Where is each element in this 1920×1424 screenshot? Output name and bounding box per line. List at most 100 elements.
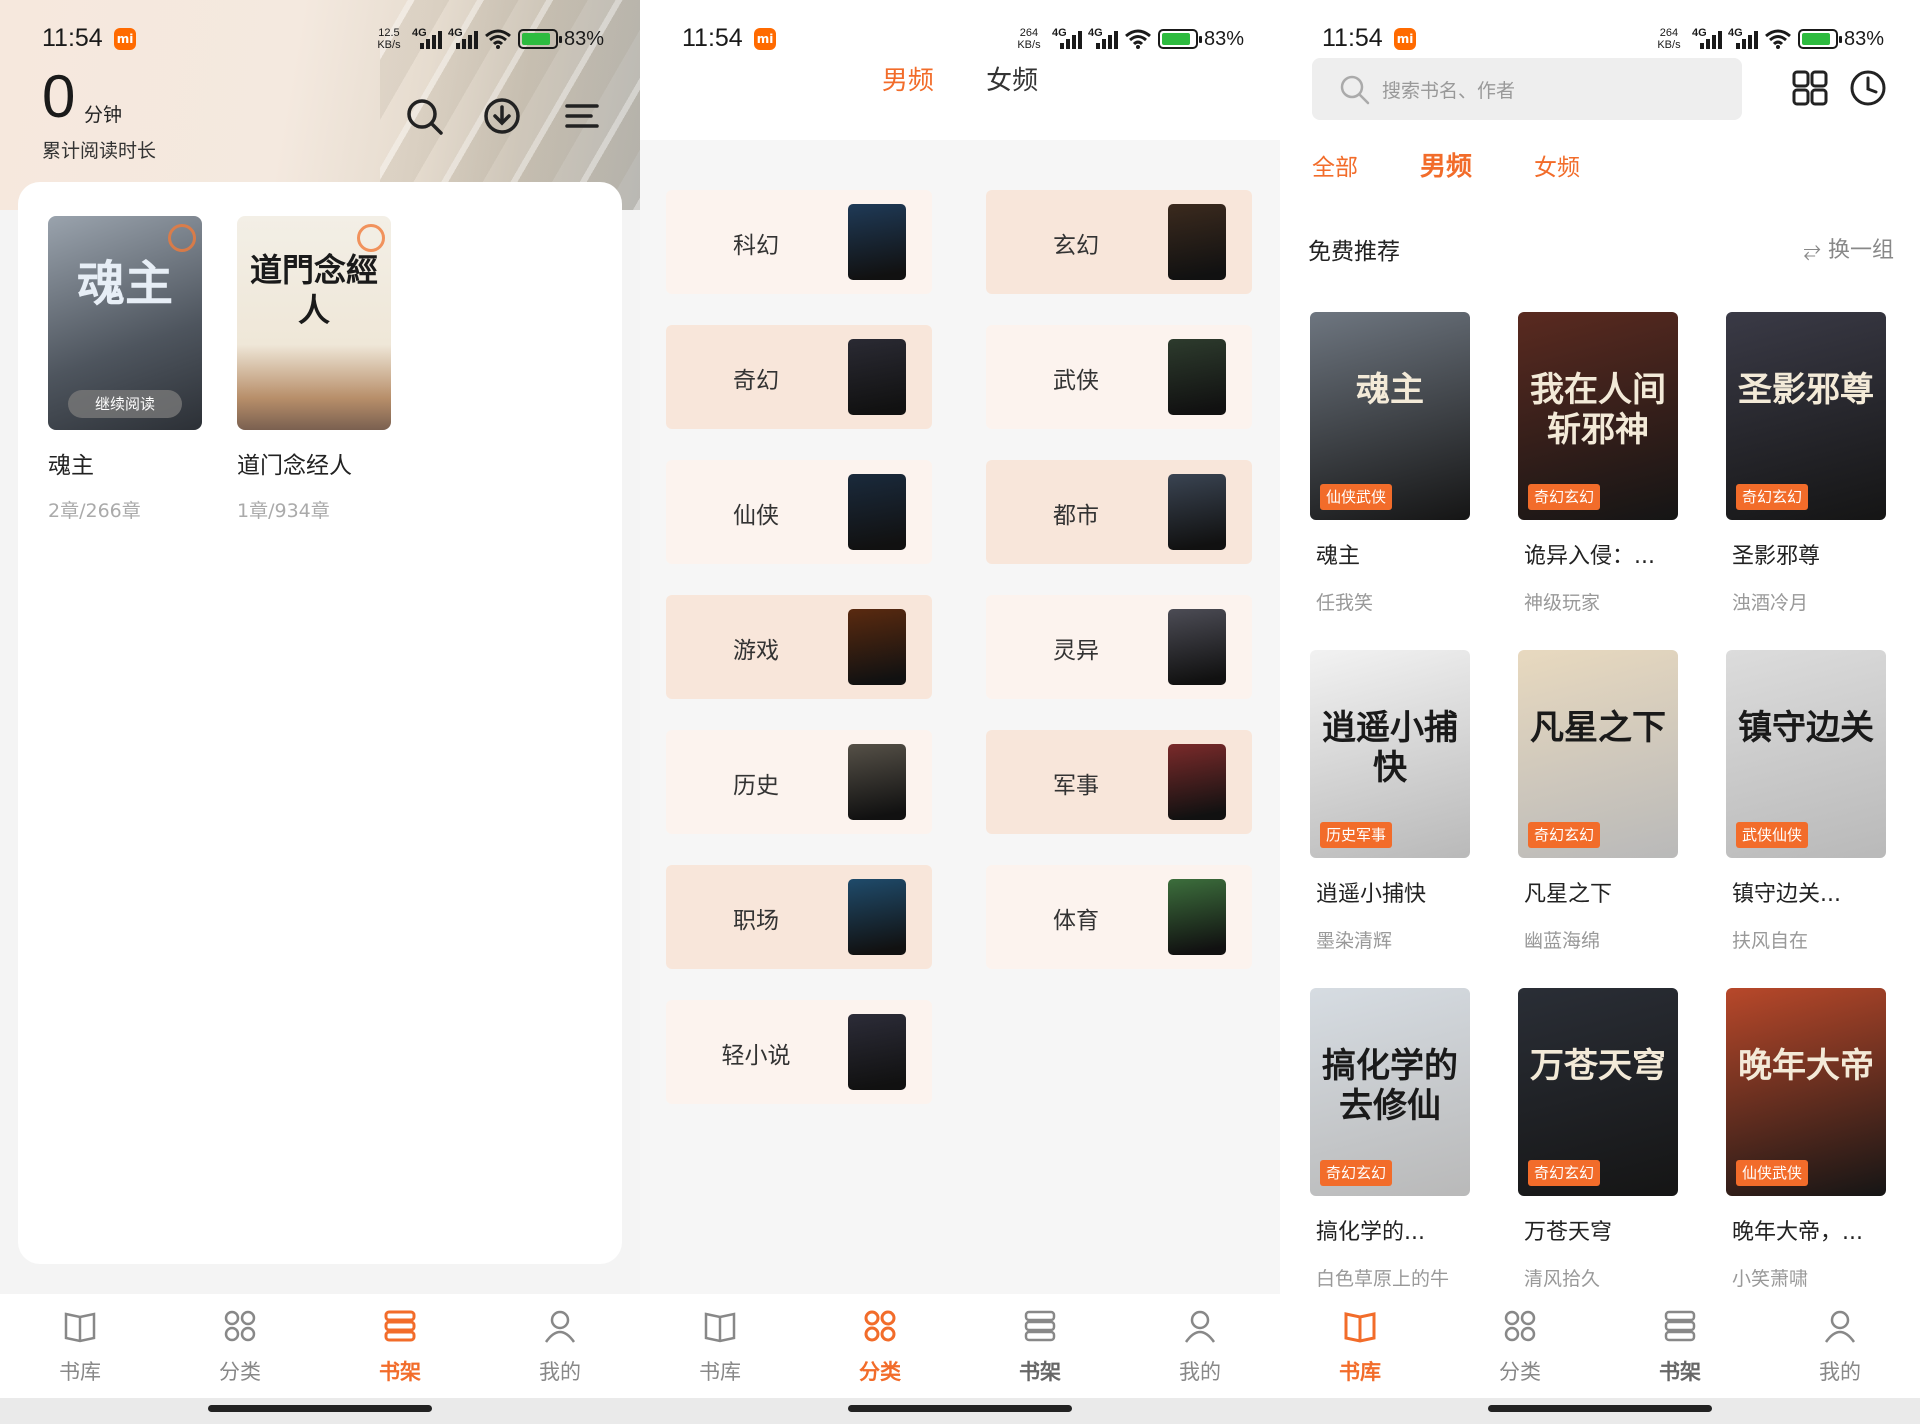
search-icon[interactable]: [404, 96, 444, 136]
tab-mine[interactable]: 我的: [480, 1294, 640, 1398]
shelf-book[interactable]: 魂主 继续阅读 魂主 2章/266章: [48, 216, 202, 523]
book-author: 任我笑: [1316, 592, 1374, 614]
tab-bookshelf[interactable]: 书架: [1600, 1294, 1760, 1398]
book-card[interactable]: 逍遥小捕快 历史军事 逍遥小捕快 墨染清辉: [1310, 650, 1470, 953]
tab-all[interactable]: 全部: [1312, 148, 1358, 183]
genre-tag: 仙侠武侠: [1736, 1160, 1809, 1186]
book-author: 幽蓝海绵: [1524, 930, 1601, 952]
book-card[interactable]: 晚年大帝 仙侠武侠 晚年大帝，... 小笑萧啸: [1726, 988, 1886, 1291]
category-cover: [848, 204, 906, 280]
book-cover[interactable]: 道門念經人: [237, 216, 391, 430]
grid-icon: [864, 1310, 896, 1342]
category-item[interactable]: 玄幻: [986, 190, 1252, 294]
category-item[interactable]: 都市: [986, 460, 1252, 564]
wifi-icon: [1765, 29, 1791, 49]
library-screen: 11:54 mi 264 KB/s 4G 4G 83% 搜索书名、作者 全部 男频…: [1280, 0, 1920, 1424]
book-card[interactable]: 搞化学的去修仙 奇幻玄幻 搞化学的... 白色草原上的牛: [1310, 988, 1470, 1291]
bottom-tab-bar: 书库 分类 书架 我的: [640, 1294, 1280, 1398]
tab-bookshelf[interactable]: 书架: [960, 1294, 1120, 1398]
category-item[interactable]: 武侠: [986, 325, 1252, 429]
book-author: 神级玩家: [1524, 592, 1601, 614]
category-item[interactable]: 奇幻: [666, 325, 932, 429]
book-cover[interactable]: 圣影邪尊 奇幻玄幻: [1726, 312, 1886, 520]
tab-library[interactable]: 书库: [0, 1294, 160, 1398]
menu-icon[interactable]: [562, 96, 602, 136]
category-item[interactable]: 体育: [986, 865, 1252, 969]
book-title: 魂主: [48, 453, 94, 479]
signal-icon: 4G: [412, 27, 442, 51]
genre-tag: 武侠仙侠: [1736, 822, 1809, 848]
wifi-icon: [1125, 29, 1151, 49]
continue-reading-badge[interactable]: 继续阅读: [68, 390, 182, 418]
tab-female[interactable]: 女频: [1534, 148, 1580, 183]
book-cover[interactable]: 晚年大帝 仙侠武侠: [1726, 988, 1886, 1196]
category-item[interactable]: 历史: [666, 730, 932, 834]
tab-mine[interactable]: 我的: [1120, 1294, 1280, 1398]
book-open-icon: [704, 1312, 736, 1343]
tab-male[interactable]: 男频: [1420, 146, 1472, 183]
genre-tag: 奇幻玄幻: [1528, 484, 1601, 510]
download-icon[interactable]: [482, 96, 522, 136]
book-card[interactable]: 魂主 仙侠武侠 魂主 任我笑: [1310, 312, 1470, 615]
tab-library[interactable]: 书库: [640, 1294, 800, 1398]
tab-mine[interactable]: 我的: [1760, 1294, 1920, 1398]
category-cover: [1168, 339, 1226, 415]
book-cover[interactable]: 凡星之下 奇幻玄幻: [1518, 650, 1678, 858]
book-cover[interactable]: 逍遥小捕快 历史军事: [1310, 650, 1470, 858]
category-cover: [848, 339, 906, 415]
tab-bookshelf[interactable]: 书架: [320, 1294, 480, 1398]
cover-title-art: 晚年大帝: [1738, 1046, 1874, 1086]
book-author: 白色草原上的牛: [1316, 1268, 1450, 1290]
search-bar[interactable]: 搜索书名、作者: [1312, 58, 1742, 120]
genre-tag: 奇幻玄幻: [1528, 1160, 1601, 1186]
tab-category[interactable]: 分类: [160, 1294, 320, 1398]
bottom-tab-bar: 书库 分类 书架 我的: [1280, 1294, 1920, 1398]
book-cover[interactable]: 魂主 继续阅读: [48, 216, 202, 430]
grid-view-icon[interactable]: [1790, 68, 1830, 108]
category-item[interactable]: 轻小说: [666, 1000, 932, 1104]
category-item[interactable]: 军事: [986, 730, 1252, 834]
book-cover[interactable]: 搞化学的去修仙 奇幻玄幻: [1310, 988, 1470, 1196]
tab-category[interactable]: 分类: [1440, 1294, 1600, 1398]
gender-tabs: 男频 女频: [640, 60, 1280, 97]
book-cover[interactable]: 魂主 仙侠武侠: [1310, 312, 1470, 520]
shelf-book[interactable]: 道門念經人 道门念经人 1章/934章: [237, 216, 391, 523]
book-title: 晚年大帝，...: [1732, 1220, 1863, 1245]
user-icon: [1184, 1310, 1216, 1343]
tab-library[interactable]: 书库: [1280, 1294, 1440, 1398]
grid-icon: [1504, 1310, 1536, 1342]
signal-icon: 4G: [1088, 27, 1118, 51]
category-item[interactable]: 灵异: [986, 595, 1252, 699]
category-label: 军事: [1053, 773, 1099, 799]
book-card[interactable]: 镇守边关 武侠仙侠 镇守边关... 扶风自在: [1726, 650, 1886, 953]
status-time: 11:54: [682, 24, 743, 52]
tab-category[interactable]: 分类: [800, 1294, 960, 1398]
category-cover: [848, 879, 906, 955]
tab-male[interactable]: 男频: [882, 60, 934, 97]
book-cover[interactable]: 镇守边关 武侠仙侠: [1726, 650, 1886, 858]
category-item[interactable]: 仙侠: [666, 460, 932, 564]
category-item[interactable]: 职场: [666, 865, 932, 969]
refresh-button[interactable]: ⥂ 换一组: [1803, 232, 1894, 264]
category-cover: [1168, 204, 1226, 280]
history-icon[interactable]: [1848, 68, 1888, 108]
cover-title-art: 万苍天穹: [1530, 1046, 1666, 1086]
book-cover[interactable]: 我在人间斩邪神 奇幻玄幻: [1518, 312, 1678, 520]
tab-female[interactable]: 女频: [986, 60, 1038, 97]
status-bar: 11:54 mi 12.5 KB/s 4G 4G 83%: [0, 0, 640, 80]
book-progress: 1章/934章: [237, 500, 330, 522]
genre-tag: 仙侠武侠: [1320, 484, 1393, 510]
book-card[interactable]: 凡星之下 奇幻玄幻 凡星之下 幽蓝海绵: [1518, 650, 1678, 953]
book-card[interactable]: 圣影邪尊 奇幻玄幻 圣影邪尊 浊酒冷月: [1726, 312, 1886, 615]
book-cover[interactable]: 万苍天穹 奇幻玄幻: [1518, 988, 1678, 1196]
category-cover: [1168, 744, 1226, 820]
cover-title-art: 逍遥小捕快: [1322, 708, 1458, 788]
signal-icon: 4G: [1052, 27, 1082, 51]
category-item[interactable]: 科幻: [666, 190, 932, 294]
book-author: 清风拾久: [1524, 1268, 1601, 1290]
category-item[interactable]: 游戏: [666, 595, 932, 699]
category-cover: [848, 474, 906, 550]
book-card[interactable]: 我在人间斩邪神 奇幻玄幻 诡异入侵：... 神级玩家: [1518, 312, 1678, 615]
user-icon: [544, 1310, 576, 1343]
book-card[interactable]: 万苍天穹 奇幻玄幻 万苍天穹 清风拾久: [1518, 988, 1678, 1291]
